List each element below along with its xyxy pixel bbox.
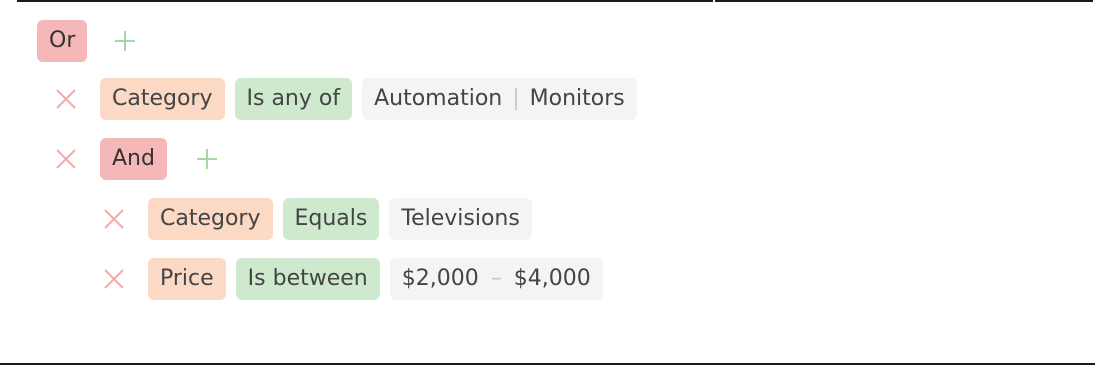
remove-group-button[interactable] (52, 145, 80, 173)
close-icon (104, 209, 124, 229)
plus-icon (196, 149, 217, 169)
close-icon (104, 269, 124, 289)
condition-operator[interactable]: Equals (282, 198, 380, 240)
plus-icon (115, 31, 136, 51)
condition-value[interactable]: Automation | Monitors (362, 78, 637, 120)
remove-condition-button[interactable] (100, 265, 128, 293)
range-from: $2,000 (401, 266, 479, 291)
condition-value[interactable]: Televisions (389, 198, 532, 240)
value-separator: | (512, 86, 520, 111)
add-condition-button[interactable] (193, 145, 221, 173)
condition-field[interactable]: Category (100, 78, 225, 120)
add-condition-button[interactable] (111, 27, 139, 55)
root-group-row: Or (37, 20, 139, 62)
condition-operator[interactable]: Is any of (234, 78, 353, 120)
condition-value-range[interactable]: $2,000 – $4,000 (389, 258, 603, 300)
root-group-operator[interactable]: Or (37, 20, 88, 62)
remove-condition-button[interactable] (52, 85, 80, 113)
condition-row: Category Is any of Automation | Monitors (52, 78, 647, 120)
value-item: Automation (374, 86, 503, 111)
remove-condition-button[interactable] (100, 205, 128, 233)
top-divider-right (715, 0, 1093, 2)
condition-operator[interactable]: Is between (235, 258, 380, 300)
range-separator: – (490, 266, 502, 291)
nested-condition-row: Price Is between $2,000 – $4,000 (100, 258, 613, 300)
nested-condition-row: Category Equals Televisions (100, 198, 542, 240)
condition-field[interactable]: Price (148, 258, 226, 300)
condition-field[interactable]: Category (148, 198, 273, 240)
close-icon (56, 149, 76, 169)
range-to: $4,000 (513, 266, 591, 291)
top-divider-left (17, 0, 713, 2)
nested-group-row: And (52, 138, 221, 180)
value-item: Monitors (529, 86, 625, 111)
bottom-divider (0, 363, 1095, 365)
nested-group-operator[interactable]: And (100, 138, 167, 180)
close-icon (56, 89, 76, 109)
